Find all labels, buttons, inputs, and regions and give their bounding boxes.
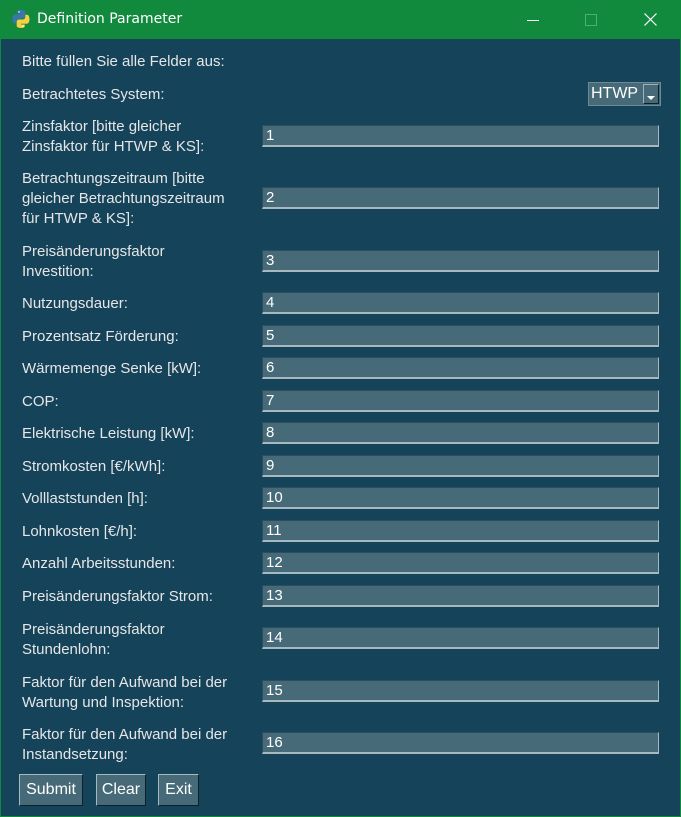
submit-button[interactable]: Submit	[19, 774, 83, 806]
field-label-betrachtungszeitraum: Betrachtungszeitraum [bitte gleicher Bet…	[22, 170, 225, 227]
chevron-down-icon[interactable]	[643, 84, 659, 104]
cop-input[interactable]	[262, 390, 659, 412]
instruction-text: Bitte füllen Sie alle Felder aus:	[22, 53, 225, 70]
preisaenderung-investition-input[interactable]	[262, 250, 659, 272]
elektrische-leistung-input[interactable]	[262, 422, 659, 444]
waermemenge-senke-input[interactable]	[262, 357, 659, 379]
preisaenderung-stundenlohn-input[interactable]	[262, 627, 659, 649]
lohnkosten-input[interactable]	[262, 520, 659, 542]
anzahl-arbeitsstunden-input[interactable]	[262, 552, 659, 574]
title-bar[interactable]: Definition Parameter	[0, 0, 681, 39]
volllaststunden-input[interactable]	[262, 487, 659, 509]
field-label-lohnkosten: Lohnkosten [€/h]:	[22, 523, 138, 540]
field-label-zinsfaktor: Zinsfaktor [bitte gleicher Zinsfaktor fü…	[22, 118, 205, 155]
preisaenderung-strom-input[interactable]	[262, 585, 659, 607]
maximize-button	[568, 0, 614, 39]
close-button[interactable]	[627, 0, 673, 39]
nutzungsdauer-input[interactable]	[262, 292, 659, 314]
minimize-button[interactable]	[510, 0, 556, 39]
prozentsatz-foerderung-input[interactable]	[262, 325, 659, 347]
faktor-instandsetzung-input[interactable]	[262, 732, 659, 754]
minimize-icon	[527, 19, 539, 21]
definition-parameter-window: Definition Parameter Bitte füllen Sie al…	[0, 0, 681, 817]
system-label: Betrachtetes System:	[22, 86, 165, 103]
field-label-preisaenderung-stundenlohn: Preisänderungsfaktor Stundenlohn:	[22, 621, 165, 658]
system-select-value: HTWP	[591, 85, 639, 102]
zinsfaktor-input[interactable]	[262, 125, 659, 147]
exit-button[interactable]: Exit	[158, 774, 199, 806]
field-label-faktor-wartung: Faktor für den Aufwand bei der Wartung u…	[22, 674, 228, 711]
field-label-anzahl-arbeitsstunden: Anzahl Arbeitsstunden:	[22, 555, 176, 572]
field-label-waermemenge-senke: Wärmemenge Senke [kW]:	[22, 360, 202, 377]
field-label-cop: COP:	[22, 393, 59, 410]
window-title: Definition Parameter	[37, 11, 183, 27]
python-icon	[11, 9, 31, 29]
field-label-stromkosten: Stromkosten [€/kWh]:	[22, 458, 166, 475]
field-label-prozentsatz-foerderung: Prozentsatz Förderung:	[22, 328, 179, 345]
field-label-preisaenderung-strom: Preisänderungsfaktor Strom:	[22, 588, 213, 605]
field-label-faktor-instandsetzung: Faktor für den Aufwand bei der Instandse…	[22, 726, 228, 763]
close-icon	[643, 13, 657, 26]
field-label-nutzungsdauer: Nutzungsdauer:	[22, 295, 128, 312]
clear-button[interactable]: Clear	[96, 774, 146, 806]
system-select[interactable]: HTWP	[588, 82, 661, 106]
field-label-preisaenderung-investition: Preisänderungsfaktor Investition:	[22, 243, 165, 280]
stromkosten-input[interactable]	[262, 455, 659, 477]
betrachtungszeitraum-input[interactable]	[262, 187, 659, 209]
faktor-wartung-input[interactable]	[262, 680, 659, 702]
field-label-elektrische-leistung: Elektrische Leistung [kW]:	[22, 425, 195, 442]
maximize-icon	[585, 13, 597, 26]
field-label-volllaststunden: Volllaststunden [h]:	[22, 490, 148, 507]
